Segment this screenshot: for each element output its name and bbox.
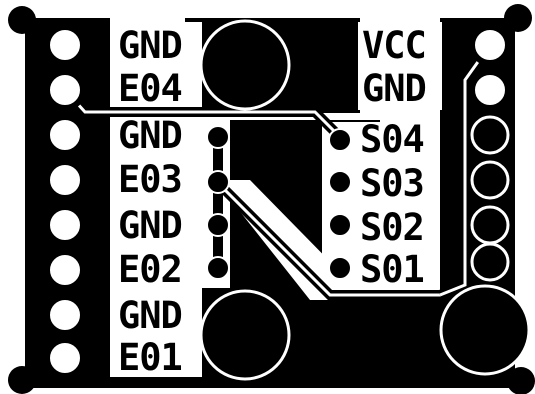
sensor-label-2: S03 <box>360 162 424 205</box>
left-label-5: GND <box>118 204 182 247</box>
sensor-pad-4 <box>328 256 352 280</box>
sensor-pad-2 <box>328 170 352 194</box>
right-header-pin-3 <box>470 115 510 155</box>
left-header-pin-1 <box>44 24 86 66</box>
right-label-2: GND <box>362 67 426 110</box>
left-header-pin-6 <box>44 249 86 291</box>
right-header-pin-5 <box>470 205 510 245</box>
pcb-board: GND E04 GND E03 GND E02 GND E01 VCC GND … <box>0 0 535 394</box>
sensor-label-4: S01 <box>360 248 424 291</box>
mounting-hole-bottom-left <box>199 289 291 381</box>
left-label-2: E04 <box>118 67 182 110</box>
left-label-8: E01 <box>118 336 182 379</box>
left-label-4: E03 <box>118 158 182 201</box>
left-header-pin-7 <box>44 294 86 336</box>
right-header-pin-1 <box>469 24 511 66</box>
left-label-3: GND <box>118 114 182 157</box>
mounting-hole-bottom-right <box>439 284 531 376</box>
sensor-label-3: S02 <box>360 206 424 249</box>
left-label-1: GND <box>118 24 182 67</box>
right-label-1: VCC <box>362 24 426 67</box>
left-header-pin-8 <box>44 337 86 379</box>
sensor-pad-1 <box>328 128 352 152</box>
mounting-hole-top <box>199 19 291 111</box>
right-header-pin-4 <box>470 160 510 200</box>
center-pad-4 <box>206 256 230 280</box>
right-header-pin-6 <box>470 242 510 282</box>
pcb-layout: GND E04 GND E03 GND E02 GND E01 VCC GND … <box>8 4 535 394</box>
sensor-label-1: S04 <box>360 118 424 161</box>
left-header-pin-4 <box>44 159 86 201</box>
sensor-pad-3 <box>328 213 352 237</box>
left-label-7: GND <box>118 294 182 337</box>
center-pad-3 <box>206 213 230 237</box>
center-pad-2 <box>206 170 230 194</box>
left-label-6: E02 <box>118 248 182 291</box>
left-header-pin-2 <box>44 69 86 111</box>
left-header-pin-5 <box>44 204 86 246</box>
left-header-pin-3 <box>44 114 86 156</box>
right-header-pin-2 <box>469 69 511 111</box>
center-pad-1 <box>206 125 230 149</box>
